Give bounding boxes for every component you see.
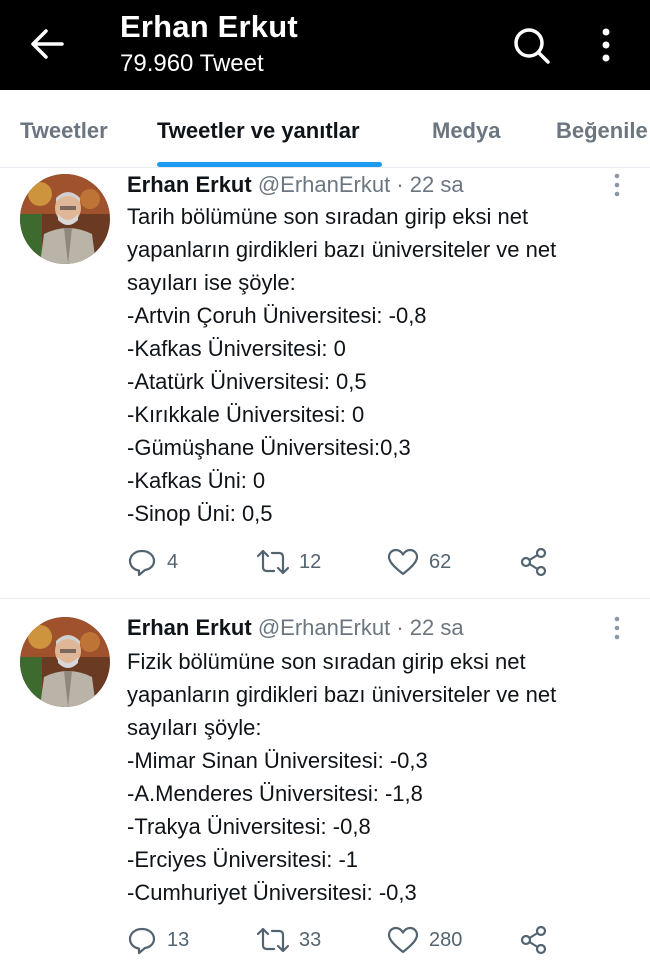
tweet[interactable]: Erhan Erkut @ErhanErkut · 22 sa Fizik bö…	[0, 598, 650, 974]
reply-button[interactable]: 4	[127, 545, 178, 579]
retweet-count: 33	[299, 928, 322, 951]
tweet-line: sayıları şöyle:	[127, 715, 262, 740]
tweet-line: -Kafkas Üni: 0	[127, 468, 266, 493]
tweet-text: Fizik bölümüne son sıradan girip eksi ne…	[127, 645, 627, 909]
like-button[interactable]: 280	[387, 923, 462, 957]
more-vertical-icon[interactable]	[611, 615, 623, 641]
active-tab-indicator	[157, 162, 382, 167]
profile-tabs: Tweetler Tweetler ve yanıtlar Medya Beğe…	[0, 90, 650, 168]
reply-icon	[128, 927, 156, 955]
tweet-line: -Erciyes Üniversitesi: -1	[127, 847, 359, 872]
tweet-actions: 13 33 280	[127, 923, 627, 957]
share-icon	[520, 547, 547, 577]
author-handle[interactable]: @ErhanErkut	[258, 172, 390, 197]
tab-tweets[interactable]: Tweetler	[20, 118, 108, 144]
tweet-line: -Cumhuriyet Üniversitesi: -0,3	[127, 880, 417, 905]
tab-media[interactable]: Medya	[432, 118, 500, 144]
tweet-line: yapanların girdikleri bazı üniversiteler…	[127, 237, 557, 262]
like-count: 62	[429, 550, 452, 573]
tweet-line: Tarih bölümüne son sıradan girip eksi ne…	[127, 204, 529, 229]
tweet-header: Erhan Erkut @ErhanErkut · 22 sa	[127, 172, 464, 198]
tweet-line: -Artvin Çoruh Üniversitesi: -0,8	[127, 303, 427, 328]
tweet-line: yapanların girdikleri bazı üniversiteler…	[127, 682, 557, 707]
tweet-line: Fizik bölümüne son sıradan girip eksi ne…	[127, 649, 526, 674]
heart-icon	[387, 548, 419, 576]
tweet-line: -Mimar Sinan Üniversitesi: -0,3	[127, 748, 428, 773]
avatar[interactable]	[20, 617, 110, 707]
share-icon	[520, 925, 547, 955]
arrow-left-icon[interactable]	[26, 26, 66, 62]
page-title: Erhan Erkut	[120, 9, 298, 44]
tweet-line: -Gümüşhane Üniversitesi:0,3	[127, 435, 411, 460]
tweet-line: -Trakya Üniversitesi: -0,8	[127, 814, 371, 839]
reply-icon	[128, 549, 156, 577]
tweet-time[interactable]: 22 sa	[410, 172, 464, 197]
reply-button[interactable]: 13	[127, 923, 189, 957]
author-name[interactable]: Erhan Erkut	[127, 615, 252, 640]
tweet-line: -Atatürk Üniversitesi: 0,5	[127, 369, 367, 394]
retweet-icon	[257, 549, 289, 575]
author-handle[interactable]: @ErhanErkut	[258, 615, 390, 640]
reply-count: 13	[167, 928, 190, 951]
tweet-line: -Sinop Üni: 0,5	[127, 501, 273, 526]
search-icon[interactable]	[510, 24, 552, 66]
profile-header: Erhan Erkut 79.960 Tweet	[0, 0, 650, 90]
tweet-count: 79.960 Tweet	[120, 50, 264, 77]
more-vertical-icon[interactable]	[596, 26, 616, 64]
tweet-actions: 4 12 62	[127, 545, 627, 579]
tweet-line: -Kafkas Üniversitesi: 0	[127, 336, 346, 361]
share-button[interactable]	[519, 923, 559, 957]
separator-dot: ·	[396, 172, 404, 197]
tweet-time[interactable]: 22 sa	[410, 615, 464, 640]
retweet-button[interactable]: 12	[257, 545, 321, 579]
retweet-button[interactable]: 33	[257, 923, 321, 957]
retweet-icon	[257, 927, 289, 953]
author-name[interactable]: Erhan Erkut	[127, 172, 252, 197]
reply-count: 4	[167, 550, 179, 573]
tab-tweets-and-replies[interactable]: Tweetler ve yanıtlar	[157, 118, 360, 144]
tweet-line: sayıları ise şöyle:	[127, 270, 296, 295]
heart-icon	[387, 926, 419, 954]
retweet-count: 12	[299, 550, 322, 573]
tweet-text: Tarih bölümüne son sıradan girip eksi ne…	[127, 200, 627, 530]
tab-likes[interactable]: Beğenile	[556, 118, 648, 144]
like-button[interactable]: 62	[387, 545, 451, 579]
tweet-line: -Kırıkkale Üniversitesi: 0	[127, 402, 365, 427]
tweet-header: Erhan Erkut @ErhanErkut · 22 sa	[127, 615, 464, 641]
tweet-line: -A.Menderes Üniversitesi: -1,8	[127, 781, 423, 806]
separator-dot: ·	[396, 615, 404, 640]
avatar[interactable]	[20, 174, 110, 264]
like-count: 280	[429, 928, 463, 951]
more-vertical-icon[interactable]	[611, 172, 623, 198]
tweet[interactable]: Erhan Erkut @ErhanErkut · 22 sa Tarih bö…	[0, 168, 650, 598]
share-button[interactable]	[519, 545, 559, 579]
